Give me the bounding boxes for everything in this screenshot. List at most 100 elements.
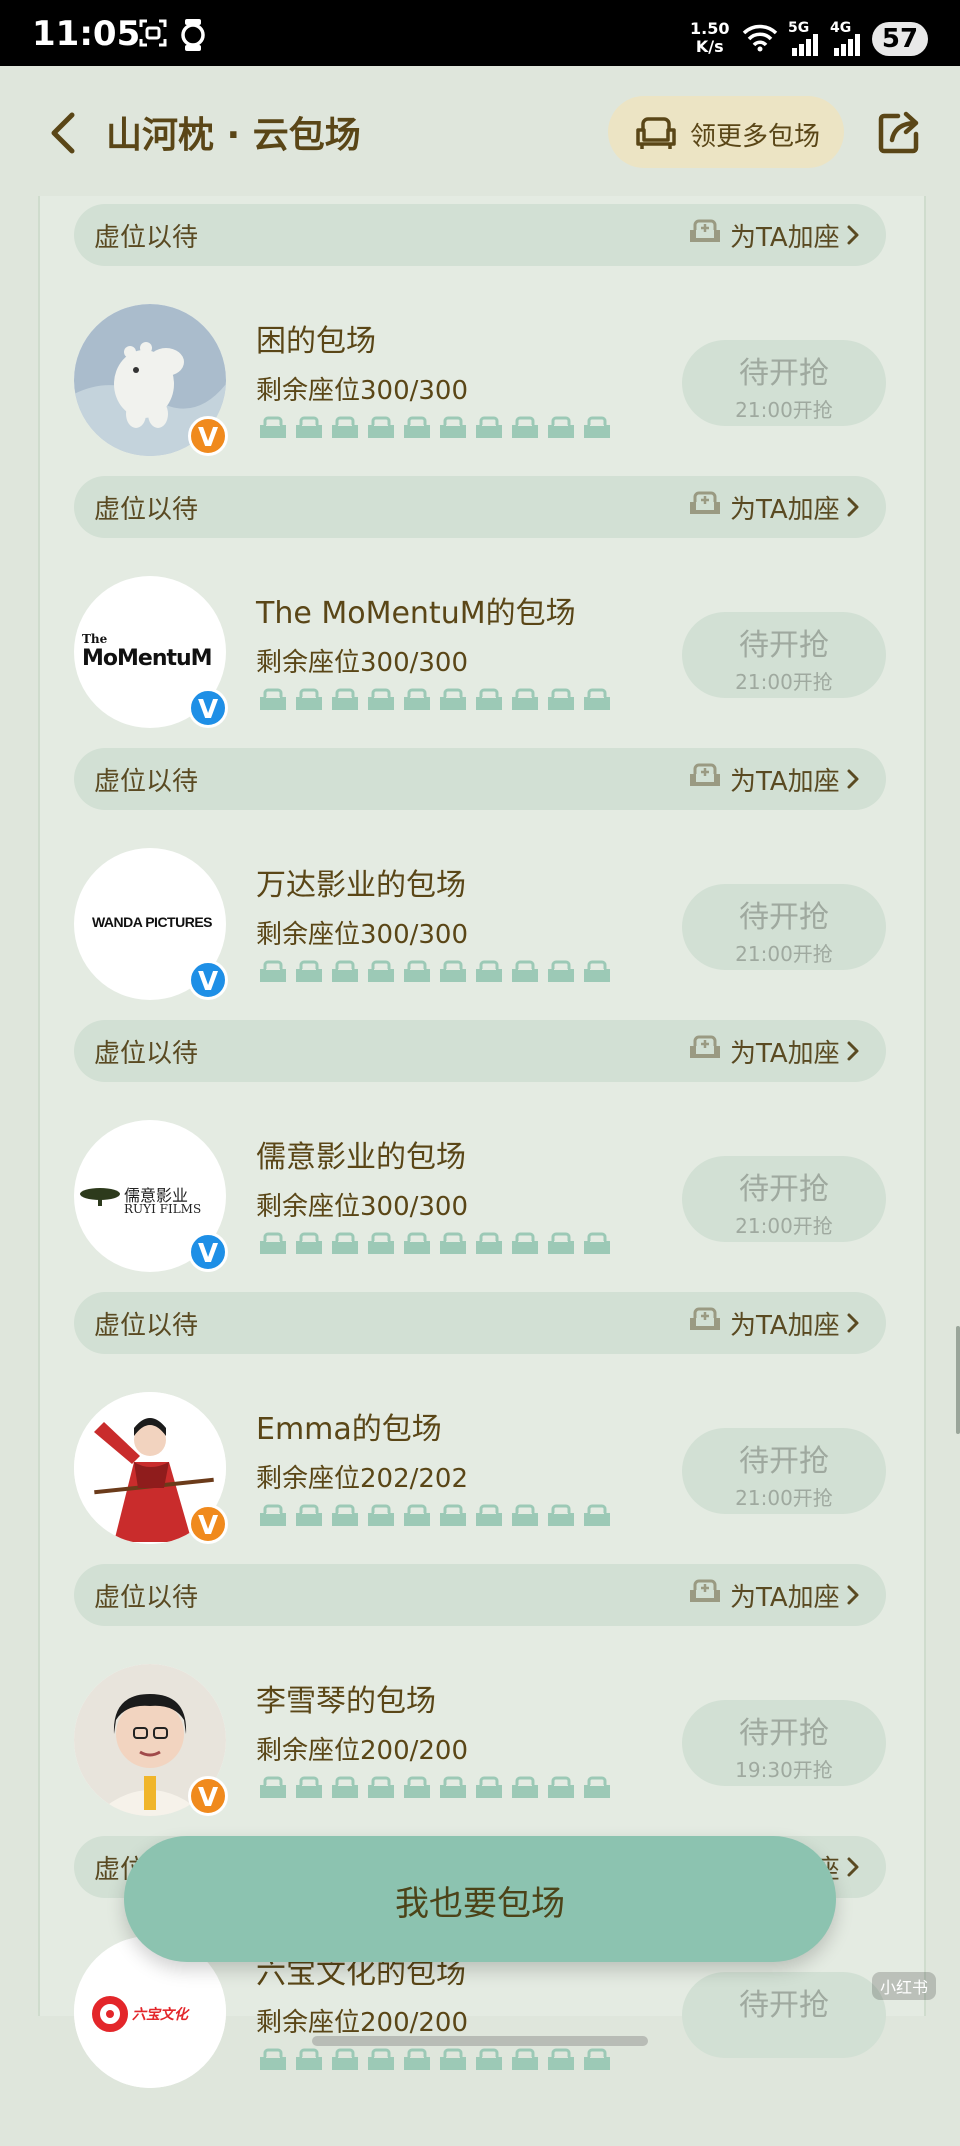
seat-icon [366,1504,402,1536]
scrollbar[interactable] [956,1326,960,1434]
seat-icon [438,2048,474,2080]
chevron-right-icon [846,224,860,250]
grab-button[interactable]: 待开抢 21:00开抢 [682,612,886,698]
remaining-seats: 剩余座位300/300 [256,1192,469,1222]
grab-button[interactable]: 待开抢 21:00开抢 [682,1156,886,1242]
create-screening-button[interactable]: 我也要包场 [124,1836,836,1962]
network-speed: 1.50 K/s [690,19,730,56]
seat-row [258,1502,618,1536]
seat-icon [546,960,582,992]
add-seat-icon [688,1306,722,1342]
wanda-logo: WANDA PICTURES [91,914,213,930]
grab-time: 21:00开抢 [735,1486,833,1510]
chevron-right-icon [846,1856,860,1882]
seat-icon [366,416,402,448]
seat-icon [546,416,582,448]
screening-name: Emma的包场 [256,1412,442,1447]
grab-button[interactable]: 待开抢 19:30开抢 [682,1700,886,1786]
seat-icon [294,688,330,720]
battery-indicator: 57 [872,22,928,56]
share-button[interactable] [876,110,922,156]
add-seat-icon [688,1578,722,1614]
seat-icon [546,1504,582,1536]
grab-time: 19:30开抢 [735,1758,833,1782]
seat-icon [438,688,474,720]
seat-icon [258,2048,294,2080]
grab-button[interactable]: 待开抢 [682,1972,886,2058]
remaining-seats: 剩余座位200/200 [256,2008,469,2038]
seat-icon [366,688,402,720]
seat-icon [546,1776,582,1808]
grab-time: 21:00开抢 [735,942,833,966]
home-indicator[interactable] [312,2036,648,2046]
verified-badge-icon: V [188,416,228,456]
seat-icon [330,1232,366,1264]
grab-status: 待开抢 [739,1716,829,1751]
add-seat-icon [688,762,722,798]
seat-icon [402,1504,438,1536]
seat-icon [438,1232,474,1264]
grab-button[interactable]: 待开抢 21:00开抢 [682,884,886,970]
seat-row [258,1774,618,1808]
seat-icon [258,688,294,720]
screenshot-icon [138,18,168,52]
seat-icon [330,960,366,992]
watermark: 小红书 [872,1972,937,2000]
vacant-label: 虚位以待 [94,495,199,525]
seat-icon [438,1776,474,1808]
share-icon [878,111,919,154]
add-seat-link[interactable]: 为TA加座 [730,489,840,526]
grab-time: 21:00开抢 [735,670,833,694]
remaining-seats: 剩余座位202/202 [256,1464,469,1494]
vacant-label: 虚位以待 [94,1039,199,1069]
seat-icon [294,960,330,992]
add-seat-link[interactable]: 为TA加座 [730,1577,840,1614]
seat-icon [546,2048,582,2080]
seat-icon [510,2048,546,2080]
add-seat-icon [688,218,722,254]
back-button[interactable] [44,110,84,156]
seat-icon [330,2048,366,2080]
seat-icon [294,416,330,448]
signal-5g-icon [790,34,820,60]
seat-icon [294,1504,330,1536]
vacant-bar: 虚位以待 为TA加座 [74,1292,886,1354]
vacant-bar: 虚位以待 为TA加座 [74,204,886,266]
seat-icon [546,1232,582,1264]
seat-icon [474,1232,510,1264]
seat-icon [402,416,438,448]
add-seat-link[interactable]: 为TA加座 [730,1305,840,1342]
seat-icon [258,1504,294,1536]
add-seat-icon [688,490,722,526]
seat-icon [582,1504,618,1536]
grab-button[interactable]: 待开抢 21:00开抢 [682,1428,886,1514]
seat-icon [402,1776,438,1808]
more-screenings-label: 领更多包场 [690,122,821,152]
status-bar: 11:05 1.50 K/s 5G 4G 57 [0,0,960,66]
more-screenings-button[interactable]: 领更多包场 [608,96,844,168]
vacant-bar: 虚位以待 为TA加座 [74,1564,886,1626]
add-seat-link[interactable]: 为TA加座 [730,1033,840,1070]
screening-name: 万达影业的包场 [256,868,466,903]
seat-row [258,958,618,992]
add-seat-link[interactable]: 为TA加座 [730,761,840,798]
grab-button[interactable]: 待开抢 21:00开抢 [682,340,886,426]
seat-icon [258,1232,294,1264]
grab-status: 待开抢 [739,1988,829,2023]
seat-icon [438,1504,474,1536]
watch-icon [180,18,206,56]
seat-icon [474,960,510,992]
chevron-right-icon [846,768,860,794]
remaining-seats: 剩余座位300/300 [256,920,469,950]
header: 山河枕 · 云包场 领更多包场 [0,66,960,196]
screening-name: 困的包场 [256,324,376,359]
add-seat-icon [688,1034,722,1070]
liubao-logo: 六宝文化 [132,2007,188,2023]
screening-name: The MoMentuM的包场 [256,596,576,631]
grab-status: 待开抢 [739,1172,829,1207]
vacant-bar: 虚位以待 为TA加座 [74,1020,886,1082]
seat-icon [582,960,618,992]
seat-icon [510,960,546,992]
add-seat-link[interactable]: 为TA加座 [730,217,840,254]
seat-icon [582,1776,618,1808]
